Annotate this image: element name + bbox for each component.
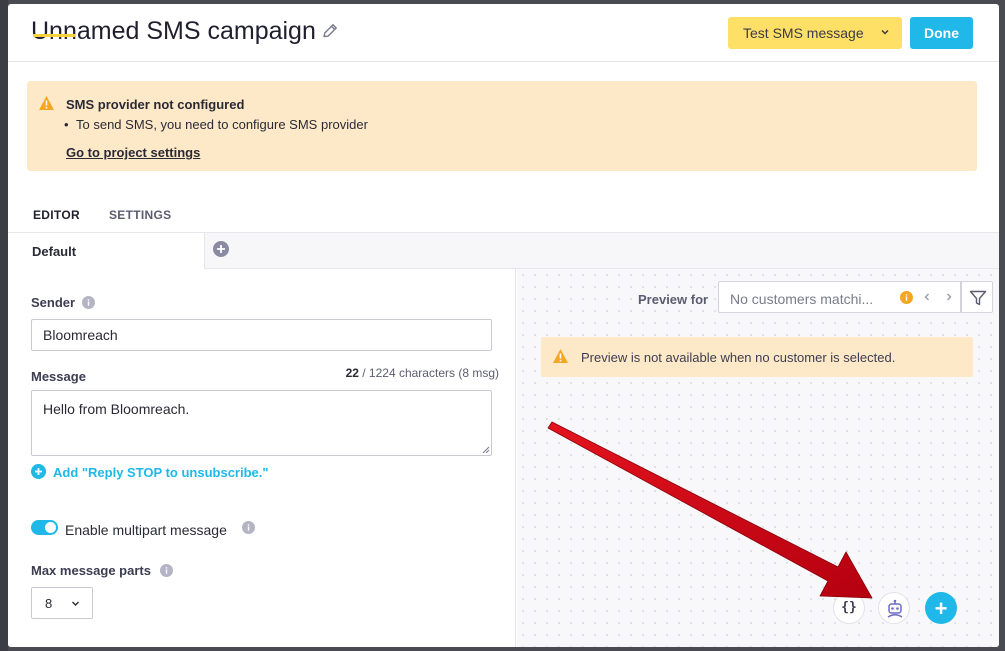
done-button[interactable]: Done	[910, 17, 973, 49]
tab-settings[interactable]: SETTINGS	[109, 208, 171, 222]
char-count-value: 22	[345, 366, 359, 380]
modal-header: Unnamed SMS campaign Test SMS message Do…	[8, 4, 999, 62]
chevron-left-icon[interactable]	[922, 292, 932, 302]
warning-info-icon	[900, 291, 913, 304]
max-parts-select[interactable]: 8	[31, 587, 93, 619]
test-sms-button[interactable]: Test SMS message	[728, 17, 902, 49]
preview-for-label: Preview for	[638, 292, 709, 307]
code-snippet-button[interactable]: {}	[833, 592, 865, 624]
plus-icon: +	[934, 596, 948, 621]
character-counter: 22 / 1224 characters (8 msg)	[346, 366, 499, 380]
preview-notice-text: Preview is not available when no custome…	[581, 350, 896, 365]
warning-bullet: To send SMS, you need to configure SMS p…	[64, 117, 368, 132]
char-count-total: / 1224 characters	[362, 366, 455, 380]
variant-tab-default[interactable]: Default	[8, 233, 205, 269]
info-icon[interactable]	[82, 296, 95, 309]
info-icon[interactable]	[242, 521, 255, 534]
chevron-down-icon	[72, 601, 79, 606]
customer-select-placeholder: No customers matchi...	[730, 291, 874, 307]
unsubscribe-link-label: Add "Reply STOP to unsubscribe."	[53, 465, 269, 480]
ai-assistant-button[interactable]	[878, 592, 910, 624]
project-settings-link[interactable]: Go to project settings	[66, 145, 200, 160]
chevron-down-icon	[881, 29, 889, 35]
resize-handle-icon[interactable]	[481, 445, 490, 454]
provider-warning-banner: SMS provider not configured To send SMS,…	[27, 81, 977, 171]
message-label: Message	[31, 369, 86, 384]
preview-unavailable-notice: Preview is not available when no custome…	[541, 337, 973, 377]
warning-title: SMS provider not configured	[66, 97, 245, 112]
warning-icon	[39, 96, 54, 110]
sender-label: Sender	[31, 295, 76, 310]
sms-campaign-modal: Unnamed SMS campaign Test SMS message Do…	[8, 4, 999, 647]
multipart-toggle[interactable]	[31, 520, 58, 535]
warning-icon	[553, 349, 568, 363]
pencil-icon[interactable]	[321, 22, 339, 40]
tab-editor[interactable]: EDITOR	[33, 208, 80, 222]
code-braces-icon: {}	[841, 600, 857, 615]
active-tab-indicator	[33, 34, 76, 37]
filter-button[interactable]	[961, 281, 993, 313]
max-parts-label: Max message parts	[31, 563, 151, 578]
add-variant-icon[interactable]	[213, 241, 229, 257]
message-editor-pane: Sender Message 22 / 1224 characters (8 m…	[8, 269, 516, 647]
max-parts-value: 8	[45, 596, 53, 611]
plus-circle-icon	[31, 464, 46, 479]
campaign-title: Unnamed SMS campaign	[31, 17, 316, 45]
message-count: (8 msg)	[458, 366, 499, 380]
editor-tabs: EDITOR SETTINGS	[8, 200, 999, 233]
variant-bar: Default	[8, 233, 999, 269]
add-block-button[interactable]: +	[925, 592, 957, 624]
message-textarea[interactable]: Hello from Bloomreach.	[31, 390, 492, 456]
sender-input[interactable]	[31, 319, 492, 351]
multipart-label: Enable multipart message	[65, 522, 227, 538]
modal-backdrop	[0, 0, 8, 651]
filter-icon	[969, 290, 987, 306]
preview-pane: Preview for No customers matchi... Previ…	[517, 269, 999, 647]
robot-icon	[887, 599, 903, 618]
variant-label: Default	[32, 244, 77, 259]
chevron-right-icon[interactable]	[944, 292, 954, 302]
test-sms-label: Test SMS message	[743, 25, 864, 41]
customer-select[interactable]: No customers matchi...	[718, 281, 961, 313]
info-icon[interactable]	[160, 564, 173, 577]
